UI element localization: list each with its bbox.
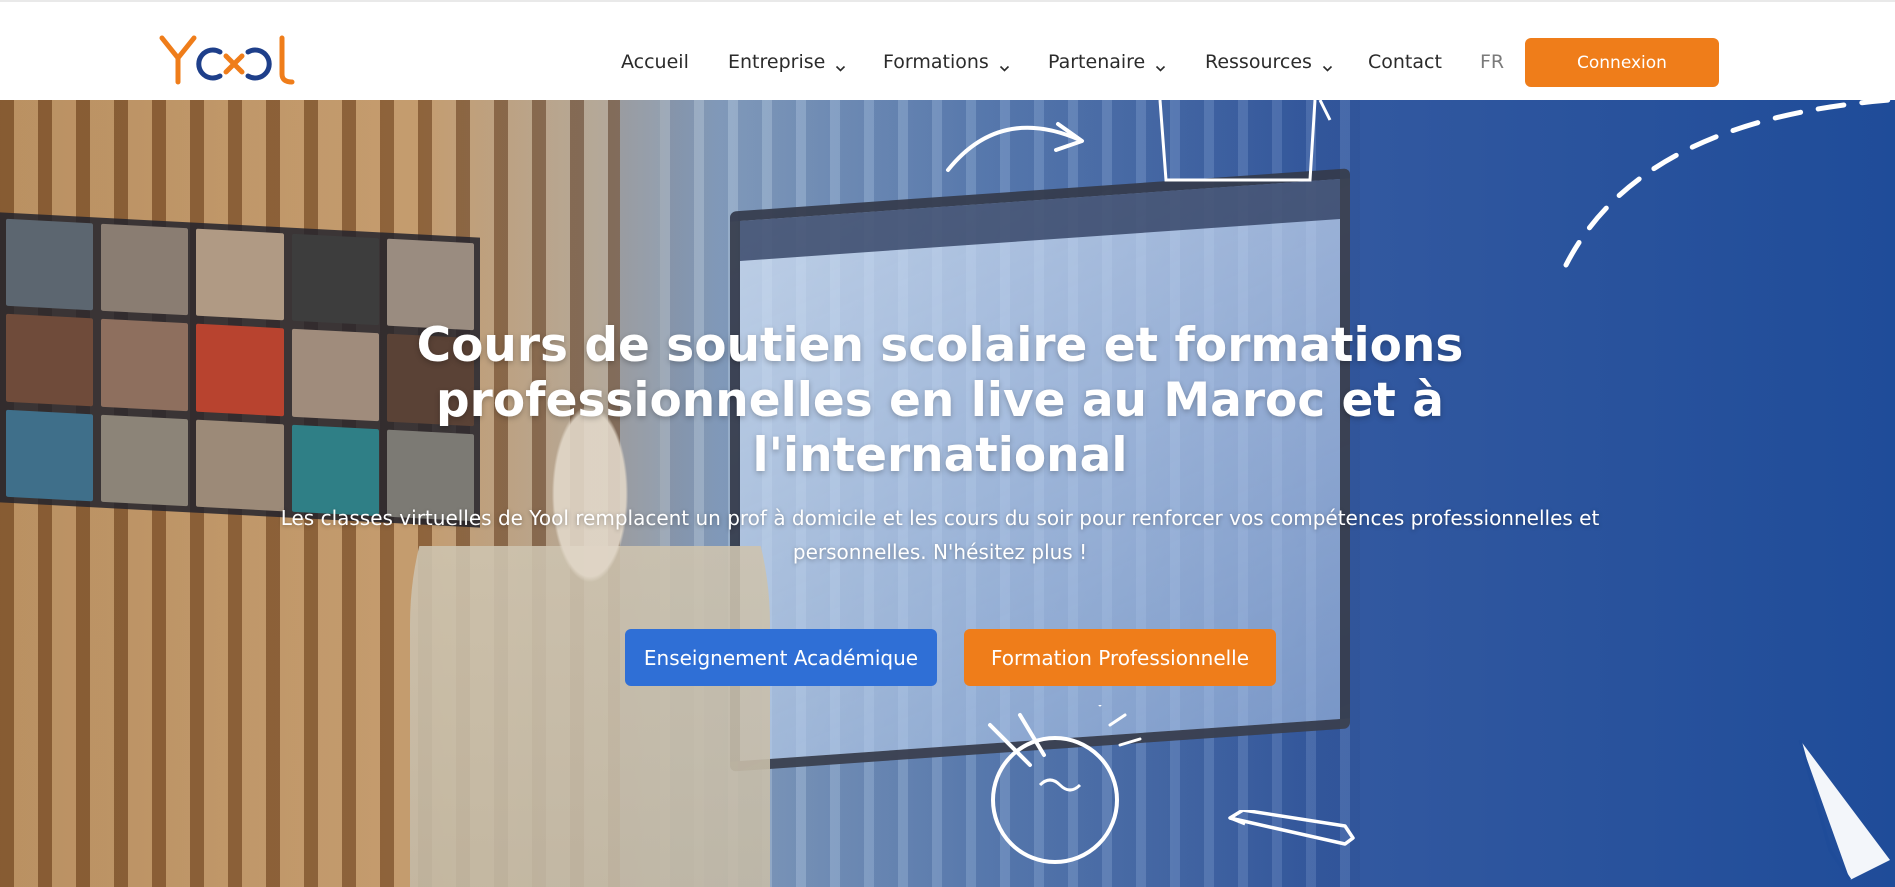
nav-item-ressources[interactable]: Ressources: [1205, 50, 1333, 74]
nav-item-contact[interactable]: Contact: [1368, 50, 1442, 74]
nav-item-entreprise[interactable]: Entreprise: [728, 50, 846, 74]
nav-item-label: Entreprise: [728, 51, 826, 73]
hero-title: Cours de soutien scolaire et formations …: [416, 318, 1464, 483]
academic-teaching-button[interactable]: Enseignement Académique: [625, 629, 937, 686]
professional-training-button[interactable]: Formation Professionnelle: [964, 629, 1276, 686]
hero-content: Cours de soutien scolaire et formations …: [0, 100, 1895, 887]
language-label: FR: [1480, 51, 1505, 73]
nav-item-formations[interactable]: Formations: [883, 50, 1010, 74]
chevron-down-icon: [1322, 57, 1333, 72]
site-header: Accueil Entreprise Formations Partenaire…: [0, 0, 1895, 100]
login-button[interactable]: Connexion: [1525, 38, 1719, 87]
nav-item-partenaire[interactable]: Partenaire: [1048, 50, 1166, 74]
hero-subtitle: Les classes virtuelles de Yool remplacen…: [280, 506, 1600, 564]
nav-item-label: Contact: [1368, 51, 1442, 73]
hero-section: Cours de soutien scolaire et formations …: [0, 100, 1895, 887]
chevron-down-icon: [835, 57, 846, 72]
nav-item-accueil[interactable]: Accueil: [621, 50, 689, 74]
chevron-down-icon: [1155, 57, 1166, 72]
chevron-down-icon: [999, 57, 1010, 72]
nav-item-label: Ressources: [1205, 51, 1312, 73]
nav-item-label: Partenaire: [1048, 51, 1146, 73]
language-selector[interactable]: FR: [1480, 50, 1504, 74]
nav-item-label: Accueil: [621, 51, 689, 73]
nav-item-label: Formations: [883, 51, 989, 73]
